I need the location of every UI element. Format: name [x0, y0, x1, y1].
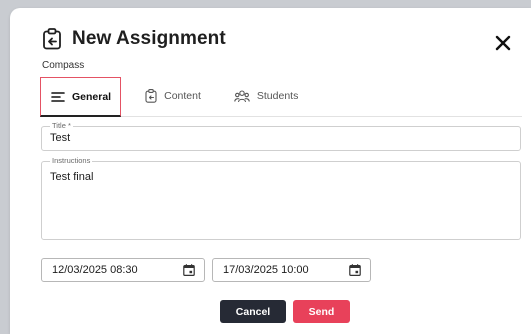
tab-general-label: General [72, 90, 112, 103]
tab-bar: General Content Students [40, 77, 522, 117]
end-date-field[interactable]: 17/03/2025 10:00 [212, 258, 371, 282]
tab-content-label: Content [164, 90, 201, 102]
dialog-title: New Assignment [72, 28, 226, 49]
title-input[interactable]: Test [50, 132, 70, 144]
instructions-field-label: Instructions [50, 156, 93, 165]
cancel-button[interactable]: Cancel [220, 300, 286, 323]
dialog-header: New Assignment [42, 28, 226, 50]
dialog-subtitle: Compass [42, 60, 85, 71]
end-date-value: 17/03/2025 10:00 [223, 264, 309, 276]
title-field[interactable]: Title * Test [41, 121, 521, 151]
new-assignment-dialog: New Assignment Compass General Content S… [10, 8, 531, 334]
calendar-icon[interactable] [183, 264, 195, 276]
tab-students[interactable]: Students [224, 77, 307, 115]
instructions-textarea[interactable]: Test final [50, 171, 93, 183]
tab-students-label: Students [256, 90, 299, 102]
tab-content[interactable]: Content [135, 77, 210, 115]
tab-general[interactable]: General [40, 77, 122, 117]
clipboard-return-icon [42, 28, 62, 50]
group-icon [234, 89, 250, 102]
send-button[interactable]: Send [293, 300, 350, 323]
title-field-label: Title * [50, 121, 73, 130]
start-date-field[interactable]: 12/03/2025 08:30 [41, 258, 205, 282]
clipboard-icon [145, 89, 157, 103]
close-button[interactable] [494, 34, 512, 52]
close-icon [495, 35, 511, 51]
calendar-icon[interactable] [349, 264, 361, 276]
instructions-field[interactable]: Instructions Test final [41, 156, 521, 240]
lines-icon [51, 91, 65, 102]
start-date-value: 12/03/2025 08:30 [52, 264, 138, 276]
